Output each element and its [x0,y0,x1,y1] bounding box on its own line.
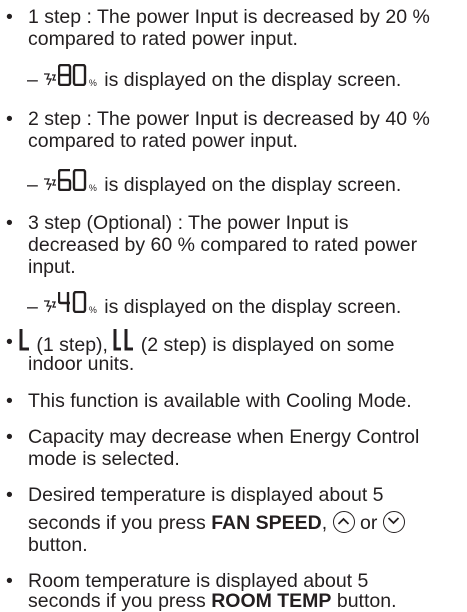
display-text: is displayed on the display screen. [104,174,402,196]
note-room-button: button. [336,590,397,612]
segment-value-40 [57,290,88,318]
energy-icon [42,69,58,91]
bullet-2: • [6,108,13,130]
bullet-1: • [6,6,13,28]
note-room-text: seconds if you press [28,590,206,612]
step3-line3: input. [28,256,76,278]
note-capacity-line2: mode is selected. [28,448,180,470]
bullet-5: • [6,390,13,412]
energy-icon [42,296,58,318]
dash: – [27,69,38,91]
percent-sign: % [88,78,97,88]
fan-speed-label: FAN SPEED [211,512,322,534]
note-room-line2: seconds if you press ROOM TEMP button. [28,590,397,612]
room-temp-label: ROOM TEMP [211,590,332,612]
step1-display-line: –% is displayed on the display screen. [27,63,402,94]
one-step-indicator-icon [19,329,31,356]
note-desired-line1: Desired temperature is displayed about 5 [28,484,384,506]
step3-display-line: –% is displayed on the display screen. [27,290,402,321]
step2-line1: 2 step : The power Input is decreased by… [28,108,430,130]
bullet-8: • [6,570,13,592]
percent-sign: % [88,305,97,315]
step1-line2: compared to rated power input. [28,28,298,50]
note-cooling: This function is available with Cooling … [28,390,412,412]
note-desired-text: seconds if you press [28,512,206,534]
step1-line1: 1 step : The power Input is decreased by… [28,6,430,28]
or-text: or [359,512,378,534]
dash: – [27,174,38,196]
display-text: is displayed on the display screen. [104,69,402,91]
step2-line2: compared to rated power input. [28,130,298,152]
segment-value-80 [57,63,88,91]
down-arrow-icon [382,511,405,533]
note-desired-line2: seconds if you press FAN SPEED, or [28,511,405,534]
note-capacity-line1: Capacity may decrease when Energy Contro… [28,426,420,448]
two-step-indicator-icon [113,329,135,356]
note-room-line1: Room temperature is displayed about 5 [28,570,369,592]
bullet-6: • [6,426,13,448]
step-indicator-line: (1 step), (2 step) is displayed on some [19,329,394,356]
step-indicator-line2: indoor units. [28,353,135,375]
note-desired-line3: button. [28,534,88,556]
bullet-3: • [6,212,13,234]
step3-line2: decreased by 60 % compared to rated powe… [28,234,418,256]
percent-sign: % [88,183,97,193]
segment-value-60 [57,168,88,196]
up-arrow-icon [332,511,355,533]
comma: , [321,512,328,534]
display-text: is displayed on the display screen. [104,296,402,318]
step2-display-line: –% is displayed on the display screen. [27,168,402,199]
bullet-4: • [6,331,13,353]
step3-line1: 3 step (Optional) : The power Input is [28,212,349,234]
bullet-7: • [6,484,13,506]
dash: – [27,296,38,318]
two-step-label: (2 step) is displayed on some [140,334,395,356]
energy-icon [42,174,58,196]
